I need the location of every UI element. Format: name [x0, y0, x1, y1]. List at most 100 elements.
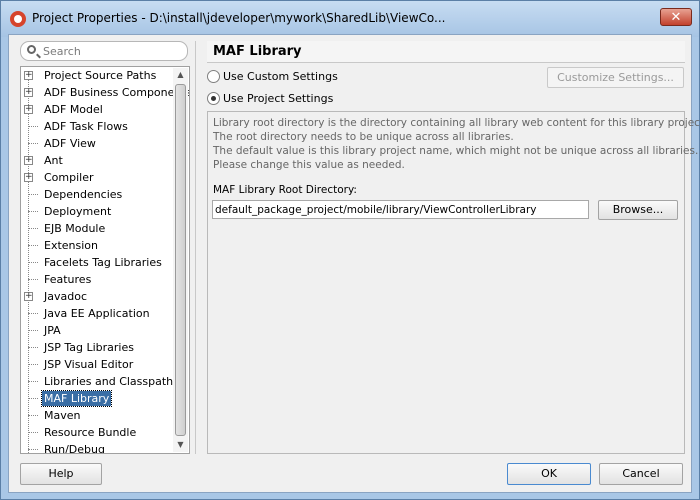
tree-item[interactable]: + Javadoc: [21, 288, 173, 305]
browse-button[interactable]: Browse...: [598, 200, 678, 220]
customize-settings-button[interactable]: Customize Settings...: [547, 67, 684, 88]
tree-item[interactable]: Run/Debug: [21, 441, 173, 454]
expand-plus-icon[interactable]: +: [24, 105, 33, 114]
tree-item-label: Dependencies: [44, 188, 123, 201]
tree-item[interactable]: Libraries and Classpath: [21, 373, 173, 390]
description-line: Library root directory is the directory …: [213, 117, 700, 129]
tree-item-label: Maven: [44, 409, 81, 422]
expand-plus-icon[interactable]: +: [24, 156, 33, 165]
tree-connector-line: [28, 126, 38, 127]
tree-connector-line: [28, 279, 38, 280]
tree-item[interactable]: + ADF Model: [21, 101, 173, 118]
window-title: Project Properties - D:\install\jdevelop…: [32, 11, 446, 25]
tree-connector-line: [28, 449, 38, 450]
tree-item[interactable]: Deployment: [21, 203, 173, 220]
use-project-settings-radio[interactable]: [207, 92, 220, 105]
tree-item[interactable]: Extension: [21, 237, 173, 254]
search-input[interactable]: [43, 43, 181, 59]
expand-plus-icon[interactable]: +: [24, 292, 33, 301]
tree-connector-line: [28, 245, 38, 246]
tree-item-label: Resource Bundle: [44, 426, 137, 439]
root-directory-label: MAF Library Root Directory:: [213, 184, 357, 196]
tree-connector-line: [28, 415, 38, 416]
tree-item[interactable]: + Project Source Paths: [21, 67, 173, 84]
tree-item[interactable]: Resource Bundle: [21, 424, 173, 441]
tree-connector-line: [28, 347, 38, 348]
tree-item-label: Ant: [44, 154, 63, 167]
root-directory-field[interactable]: [212, 200, 589, 219]
dialog-content: + Project Source Paths + ADF Business Compo…: [8, 34, 700, 493]
page-title: MAF Library: [207, 41, 685, 63]
tree-item[interactable]: + ADF Business Components: [21, 84, 189, 101]
expand-plus-icon[interactable]: +: [24, 71, 33, 80]
scroll-thumb[interactable]: [175, 84, 186, 436]
tree-item-label: Compiler: [44, 171, 94, 184]
tree-connector-line: [28, 364, 38, 365]
tree-item[interactable]: + Ant: [21, 152, 173, 169]
tree-item[interactable]: Facelets Tag Libraries: [21, 254, 173, 271]
tree-item-label: Libraries and Classpath: [44, 375, 174, 388]
close-button[interactable]: ✕: [660, 8, 692, 26]
tree-item[interactable]: Dependencies: [21, 186, 173, 203]
jdeveloper-app-icon: [10, 11, 26, 27]
tree-connector-line: [28, 262, 38, 263]
title-bar[interactable]: Project Properties - D:\install\jdevelop…: [1, 1, 699, 37]
tree-item-label: Project Source Paths: [44, 69, 157, 82]
tree-item[interactable]: Maven: [21, 407, 173, 424]
use-custom-settings-label: Use Custom Settings: [223, 70, 338, 83]
tree-item[interactable]: JSP Visual Editor: [21, 356, 173, 373]
tree-connector-line: [28, 228, 38, 229]
tree-item-label: ADF Model: [44, 103, 103, 116]
description-line: The default value is this library projec…: [213, 145, 699, 157]
tree-item[interactable]: EJB Module: [21, 220, 173, 237]
scroll-up-arrow-icon[interactable]: ▲: [173, 68, 188, 82]
tree-connector-line: [28, 398, 38, 399]
use-project-settings-label: Use Project Settings: [223, 92, 334, 105]
tree-item[interactable]: + Compiler: [21, 169, 173, 186]
expand-plus-icon[interactable]: +: [24, 173, 33, 182]
tree-item-label: ADF View: [44, 137, 96, 150]
tree-item-label: JSP Visual Editor: [44, 358, 134, 371]
tree-item-label: MAF Library: [40, 390, 113, 407]
tree-item-label: Deployment: [44, 205, 112, 218]
tree-item[interactable]: ADF View: [21, 135, 173, 152]
tree-item-label: Features: [44, 273, 92, 286]
cancel-button[interactable]: Cancel: [599, 463, 683, 485]
tree-item[interactable]: Features: [21, 271, 173, 288]
description-line: The root directory needs to be unique ac…: [213, 131, 514, 143]
tree-connector-line: [28, 211, 38, 212]
use-custom-settings-radio[interactable]: [207, 70, 220, 83]
tree-connector-line: [28, 194, 38, 195]
help-button[interactable]: Help: [20, 463, 102, 485]
tree-scrollbar[interactable]: ▲ ▼: [173, 68, 188, 452]
panel-splitter[interactable]: [195, 41, 196, 454]
tree-item-label: Java EE Application: [44, 307, 150, 320]
search-icon: [27, 45, 36, 54]
tree-item[interactable]: MAF Library: [21, 390, 173, 407]
tree-connector-line: [28, 432, 38, 433]
tree-item-label: Javadoc: [44, 290, 87, 303]
tree-item-label: JSP Tag Libraries: [44, 341, 134, 354]
tree-connector-line: [28, 143, 38, 144]
tree-item[interactable]: Java EE Application: [21, 305, 173, 322]
tree-item-label: ADF Business Components: [44, 86, 190, 99]
expand-plus-icon[interactable]: +: [24, 88, 33, 97]
tree-item[interactable]: JSP Tag Libraries: [21, 339, 173, 356]
project-properties-dialog: Project Properties - D:\install\jdevelop…: [0, 0, 700, 500]
scroll-down-arrow-icon[interactable]: ▼: [173, 438, 188, 452]
tree-item[interactable]: JPA: [21, 322, 173, 339]
tree-item[interactable]: ADF Task Flows: [21, 118, 173, 135]
tree-connector-line: [28, 313, 38, 314]
tree-item-label: Run/Debug: [44, 443, 105, 454]
tree-connector-line: [28, 330, 38, 331]
tree-item-label: ADF Task Flows: [44, 120, 128, 133]
tree-item-label: Extension: [44, 239, 99, 252]
tree-item-label: EJB Module: [44, 222, 106, 235]
tree-item-label: Facelets Tag Libraries: [44, 256, 162, 269]
tree-item-label: JPA: [44, 324, 61, 337]
description-text: Library root directory is the directory …: [213, 116, 700, 172]
ok-button[interactable]: OK: [507, 463, 591, 485]
search-box[interactable]: [20, 41, 188, 61]
settings-tree: + Project Source Paths + ADF Business Compo…: [20, 66, 190, 454]
tree-connector-line: [28, 381, 38, 382]
